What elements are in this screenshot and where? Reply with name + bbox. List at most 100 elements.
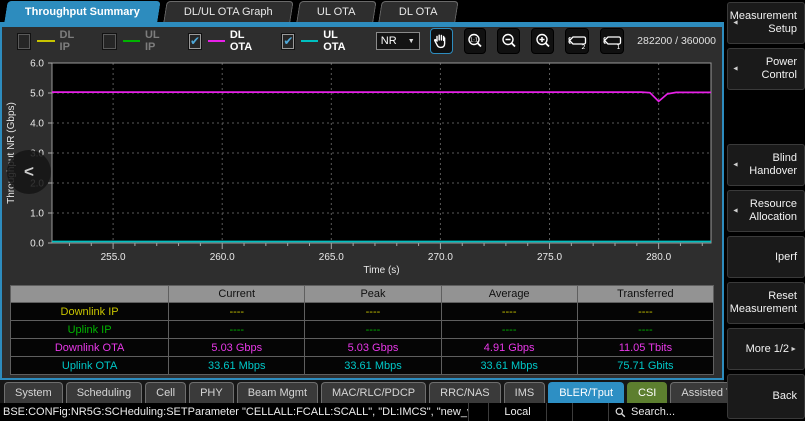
chevron-down-icon: ▼: [408, 38, 415, 45]
main-area: Throughput Summary DL/UL OTA Graph UL OT…: [0, 0, 724, 421]
pan-hand-icon: [432, 32, 450, 50]
tab-csi[interactable]: CSI: [627, 382, 667, 403]
search-placeholder: Search...: [631, 406, 675, 418]
softkey-iperf[interactable]: Iperf: [727, 236, 805, 278]
marker-2-icon: 2: [566, 32, 588, 50]
scpi-command-text: BSE:CONFig:NR5G:SCHeduling:SETParameter …: [0, 406, 468, 418]
status-cell-blank-3: [572, 403, 608, 421]
zoom-in-icon: [534, 32, 552, 50]
search-icon: [615, 407, 626, 418]
submenu-left-arrow-icon: ◄: [732, 159, 739, 172]
ul-ip-line-swatch: [123, 40, 140, 42]
bottom-tab-bar: System Scheduling Cell PHY Beam Mgmt MAC…: [0, 380, 724, 403]
svg-text:5.0: 5.0: [30, 89, 44, 100]
svg-text:0.0: 0.0: [30, 239, 44, 250]
softkey-blind-handover[interactable]: ◄ Blind Handover: [727, 144, 805, 186]
more-right-arrow-icon: ►: [790, 343, 797, 356]
ul-ota-label: UL OTA: [323, 29, 354, 53]
marker-1-button[interactable]: 1: [600, 28, 624, 54]
dl-ip-line-swatch: [37, 40, 54, 42]
softkey-more[interactable]: More 1/2 ►: [727, 328, 805, 370]
zoom-in-button[interactable]: [531, 28, 554, 54]
top-tab-bar: Throughput Summary DL/UL OTA Graph UL OT…: [0, 0, 724, 22]
tab-dlul-ota-graph[interactable]: DL/UL OTA Graph: [163, 1, 293, 22]
dl-ota-checkbox[interactable]: ✔: [189, 34, 201, 49]
tab-system[interactable]: System: [4, 382, 63, 403]
dl-ota-label: DL OTA: [230, 29, 261, 53]
tab-cell[interactable]: Cell: [145, 382, 186, 403]
header-average: Average: [441, 286, 577, 303]
dl-ip-checkbox[interactable]: [18, 34, 30, 49]
softkey-sidebar: ◄ Measurement Setup ◄ Power Control ◄ Bl…: [727, 0, 805, 421]
tab-beam-mgmt[interactable]: Beam Mgmt: [237, 382, 318, 403]
header-transferred: Transferred: [577, 286, 713, 303]
zoom-1to1-button[interactable]: 1:1: [464, 28, 487, 54]
svg-text:270.0: 270.0: [428, 252, 453, 263]
search-box[interactable]: Search...: [608, 403, 724, 421]
marker-2-button[interactable]: 2: [565, 28, 589, 54]
svg-text:275.0: 275.0: [537, 252, 562, 263]
svg-text:255.0: 255.0: [101, 252, 126, 263]
table-row-uplink-ip: Uplink IP ---- ---- ---- ----: [11, 321, 714, 339]
softkey-back[interactable]: Back: [727, 374, 805, 419]
pan-hand-button[interactable]: [430, 28, 453, 54]
softkey-measurement-setup[interactable]: ◄ Measurement Setup: [727, 2, 805, 44]
dl-ota-line-swatch: [208, 40, 225, 42]
svg-text:1.0: 1.0: [30, 209, 44, 220]
svg-text:4.0: 4.0: [30, 119, 44, 130]
status-cell-blank-2: [546, 403, 572, 421]
status-bar: BSE:CONFig:NR5G:SCHeduling:SETParameter …: [0, 403, 724, 421]
svg-text:1: 1: [617, 43, 621, 50]
table-row-downlink-ip: Downlink IP ---- ---- ---- ----: [11, 303, 714, 321]
legend-dl-ota[interactable]: ✔ DL OTA: [189, 29, 260, 53]
tab-dl-ota[interactable]: DL OTA: [378, 1, 458, 22]
softkey-spacer: [727, 94, 805, 144]
header-current: Current: [169, 286, 305, 303]
table-row-downlink-ota: Downlink OTA 5.03 Gbps 5.03 Gbps 4.91 Gb…: [11, 339, 714, 357]
svg-text:260.0: 260.0: [210, 252, 235, 263]
throughput-panel: DL IP UL IP ✔ DL OTA ✔ UL OTA: [0, 22, 724, 380]
status-mode-local: Local: [488, 403, 546, 421]
zoom-out-icon: [500, 32, 518, 50]
tab-rrc-nas[interactable]: RRC/NAS: [429, 382, 501, 403]
tab-ul-ota[interactable]: UL OTA: [296, 1, 376, 22]
chevron-left-collapse-button[interactable]: <: [7, 150, 51, 194]
ul-ip-label: UL IP: [145, 29, 167, 53]
tab-throughput-summary[interactable]: Throughput Summary: [4, 1, 160, 22]
submenu-left-arrow-icon: ◄: [732, 17, 739, 30]
tab-phy[interactable]: PHY: [189, 382, 234, 403]
svg-text:1:1: 1:1: [470, 38, 478, 44]
svg-text:2: 2: [582, 43, 586, 50]
sample-counter: 282200 / 360000: [637, 35, 716, 47]
nr-select-dropdown[interactable]: NR ▼: [376, 32, 420, 50]
svg-text:280.0: 280.0: [646, 252, 671, 263]
softkey-resource-allocation[interactable]: ◄ Resource Allocation: [727, 190, 805, 232]
legend-ul-ip[interactable]: UL IP: [103, 29, 166, 53]
tab-ims[interactable]: IMS: [504, 382, 546, 403]
ul-ota-line-swatch: [301, 40, 318, 42]
tab-mac-rlc-pdcp[interactable]: MAC/RLC/PDCP: [321, 382, 426, 403]
legend-ul-ota[interactable]: ✔ UL OTA: [282, 29, 353, 53]
softkey-power-control[interactable]: ◄ Power Control: [727, 48, 805, 90]
svg-text:Time (s): Time (s): [363, 265, 399, 276]
throughput-chart[interactable]: 0.01.02.03.04.05.06.0255.0260.0265.0270.…: [2, 55, 722, 281]
svg-text:265.0: 265.0: [319, 252, 344, 263]
zoom-1to1-icon: 1:1: [466, 32, 484, 50]
header-blank: [11, 286, 169, 303]
zoom-out-button[interactable]: [497, 28, 520, 54]
submenu-left-arrow-icon: ◄: [732, 205, 739, 218]
status-cell-blank-1: [468, 403, 488, 421]
ul-ip-checkbox[interactable]: [103, 34, 115, 49]
legend-toolbar: DL IP UL IP ✔ DL OTA ✔ UL OTA: [2, 27, 722, 55]
tab-scheduling[interactable]: Scheduling: [66, 382, 142, 403]
throughput-table-wrap: Current Peak Average Transferred Downlin…: [2, 281, 722, 375]
ul-ota-checkbox[interactable]: ✔: [282, 34, 294, 49]
submenu-left-arrow-icon: ◄: [732, 63, 739, 76]
legend-dl-ip[interactable]: DL IP: [18, 29, 81, 53]
tab-bler-tput[interactable]: BLER/Tput: [548, 382, 624, 403]
svg-text:6.0: 6.0: [30, 59, 44, 70]
table-row-uplink-ota: Uplink OTA 33.61 Mbps 33.61 Mbps 33.61 M…: [11, 357, 714, 375]
table-header-row: Current Peak Average Transferred: [11, 286, 714, 303]
marker-1-icon: 1: [601, 32, 623, 50]
softkey-reset-measurement[interactable]: Reset Measurement: [727, 282, 805, 324]
